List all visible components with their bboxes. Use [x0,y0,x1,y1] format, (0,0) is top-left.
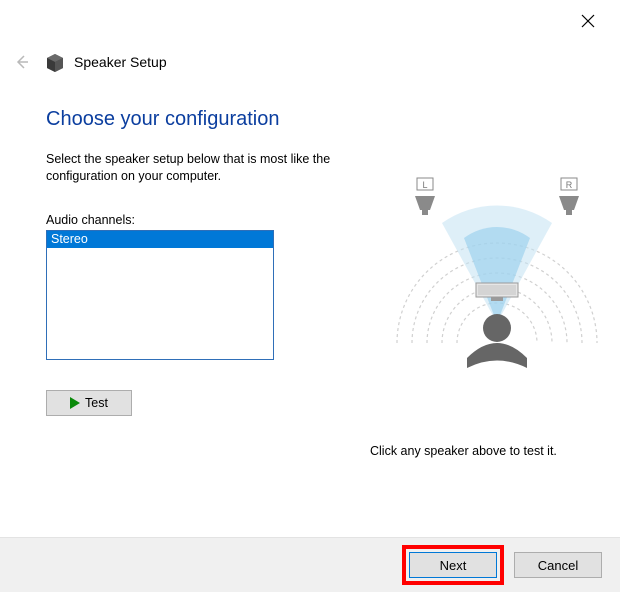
dialog-window: Speaker Setup Choose your configuration … [0,0,620,592]
highlight-box: Next [402,545,504,585]
header-bar: Speaker Setup [0,48,620,76]
right-speaker-icon[interactable]: R [559,178,579,215]
listener-icon [467,314,527,368]
left-speaker-icon[interactable]: L [415,178,435,215]
monitor-icon [476,283,518,301]
svg-text:R: R [566,180,573,190]
list-item[interactable]: Stereo [47,231,273,248]
back-arrow-icon [14,54,30,70]
back-button[interactable] [12,52,32,72]
close-button[interactable] [578,14,598,34]
instruction-text: Select the speaker setup below that is m… [46,151,336,185]
test-button[interactable]: Test [46,390,132,416]
window-title: Speaker Setup [74,54,167,70]
audio-channels-listbox[interactable]: Stereo [46,230,274,360]
next-button[interactable]: Next [409,552,497,578]
close-icon [581,14,595,28]
main-content: Choose your configuration Select the spe… [46,108,596,416]
footer-bar: Next Cancel [0,537,620,592]
play-icon [70,397,80,409]
cancel-button[interactable]: Cancel [514,552,602,578]
diagram-hint: Click any speaker above to test it. [370,444,557,458]
page-heading: Choose your configuration [46,108,596,131]
speaker-layout-diagram: L R [382,168,612,398]
speaker-cube-icon [44,51,66,73]
test-button-label: Test [85,396,108,410]
svg-text:L: L [422,180,427,190]
